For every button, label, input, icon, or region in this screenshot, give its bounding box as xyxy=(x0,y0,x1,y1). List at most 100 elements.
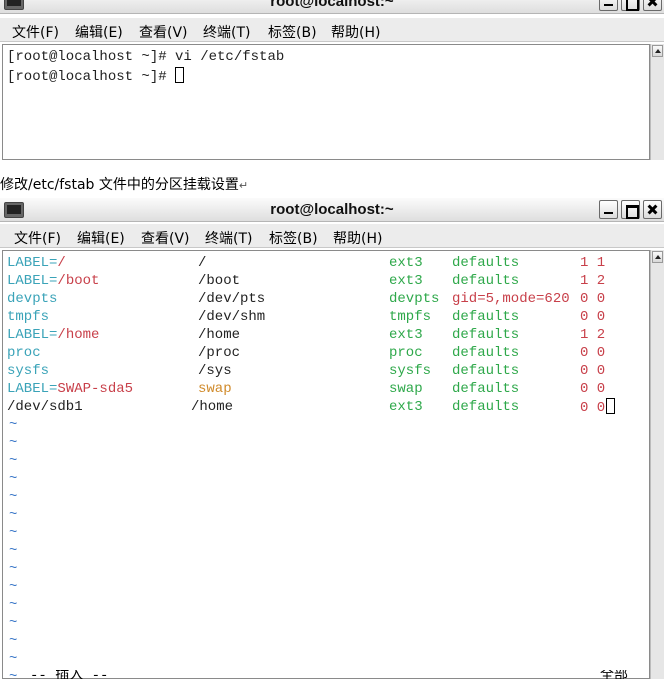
empty-line-marker: ~ xyxy=(9,543,18,559)
terminal-line: [root@localhost ~]# vi /etc/fstab xyxy=(7,49,285,65)
maximize-button[interactable] xyxy=(621,200,640,219)
empty-line-marker: ~ xyxy=(9,597,18,613)
empty-line-marker: ~ xyxy=(9,417,18,433)
fstab-dump-pass: 0 0 xyxy=(580,345,606,361)
vertical-scrollbar[interactable] xyxy=(650,44,664,160)
fstab-device: devpts xyxy=(7,291,58,307)
paragraph-mark-icon: ↵ xyxy=(238,179,249,192)
fstab-device: LABEL=/ xyxy=(7,255,66,271)
scroll-up-arrow-icon[interactable] xyxy=(652,251,663,263)
empty-line-marker: ~ xyxy=(9,633,18,649)
empty-line-marker: ~ xyxy=(9,525,18,541)
fstab-fs-type: tmpfs xyxy=(389,309,432,325)
window-title: root@localhost:~ xyxy=(270,0,394,10)
menu-bar: 文件(F) 编辑(E) 查看(V) 终端(T) 标签(B) 帮助(H) xyxy=(0,18,664,42)
fstab-mount-point: /home xyxy=(198,327,241,343)
vertical-scrollbar[interactable] xyxy=(650,250,664,679)
fstab-fs-type: sysfs xyxy=(389,363,432,379)
window-title: root@localhost:~ xyxy=(270,201,394,218)
fstab-options: defaults xyxy=(452,327,520,343)
menu-file[interactable]: 文件(F) xyxy=(12,228,63,248)
fstab-device: tmpfs xyxy=(7,309,50,325)
menu-view[interactable]: 查看(V) xyxy=(137,22,190,42)
fstab-dump-pass: 1 2 xyxy=(580,327,606,343)
fstab-options: gid=5,mode=620 xyxy=(452,291,570,307)
menu-help[interactable]: 帮助(H) xyxy=(331,228,384,248)
empty-line-marker: ~ xyxy=(9,435,18,451)
fstab-dump-pass: 0 0 xyxy=(580,309,606,325)
menu-terminal[interactable]: 终端(T) xyxy=(201,22,252,42)
close-button[interactable] xyxy=(643,0,662,11)
fstab-mount-point: /proc xyxy=(198,345,241,361)
fstab-options: defaults xyxy=(452,309,520,325)
terminal-area[interactable]: [root@localhost ~]# vi /etc/fstab [root@… xyxy=(2,44,650,160)
fstab-dump-pass: 1 1 xyxy=(580,255,606,271)
fstab-device: LABEL=/home xyxy=(7,327,100,343)
text-cursor xyxy=(606,398,616,414)
empty-line-marker: ~ xyxy=(9,561,18,577)
menu-help[interactable]: 帮助(H) xyxy=(329,22,382,42)
fstab-device: LABEL=SWAP-sda5 xyxy=(7,381,134,397)
terminal-window-1: root@localhost:~ 文件(F) 编辑(E) 查看(V) 终端(T)… xyxy=(0,0,664,160)
empty-line-marker: ~ xyxy=(9,507,18,523)
menu-file[interactable]: 文件(F) xyxy=(10,22,61,42)
fstab-fs-type: proc xyxy=(389,345,423,361)
minimize-button[interactable] xyxy=(599,0,618,11)
fstab-device: sysfs xyxy=(7,363,50,379)
empty-line-marker: ~ xyxy=(9,489,18,505)
fstab-device: /dev/sdb1 xyxy=(7,399,83,415)
fstab-mount-point: /dev/pts xyxy=(198,291,266,307)
fstab-mount-point: /dev/shm xyxy=(198,309,266,325)
empty-line-marker: ~ xyxy=(9,615,18,631)
menu-edit[interactable]: 编辑(E) xyxy=(73,22,125,42)
fstab-fs-type: ext3 xyxy=(389,255,423,271)
fstab-fs-type: ext3 xyxy=(389,327,423,343)
menu-tabs[interactable]: 标签(B) xyxy=(266,22,319,42)
fstab-dump-pass: 0 0 xyxy=(580,398,616,416)
text-cursor xyxy=(175,67,185,83)
menu-terminal[interactable]: 终端(T) xyxy=(203,228,254,248)
fstab-fs-type: devpts xyxy=(389,291,440,307)
terminal-line: [root@localhost ~]# xyxy=(7,67,185,85)
menu-edit[interactable]: 编辑(E) xyxy=(75,228,127,248)
maximize-button[interactable] xyxy=(621,0,640,11)
fstab-options: defaults xyxy=(452,273,520,289)
menu-tabs[interactable]: 标签(B) xyxy=(267,228,320,248)
vi-position-indicator: 全部 xyxy=(600,670,628,679)
fstab-options: defaults xyxy=(452,363,520,379)
fstab-options: defaults xyxy=(452,345,520,361)
fstab-mount-point: /sys xyxy=(198,363,232,379)
fstab-options: defaults xyxy=(452,255,520,271)
fstab-fs-type: ext3 xyxy=(389,273,423,289)
empty-line-marker: ~ xyxy=(9,471,18,487)
vi-mode-indicator: -- 插入 -- xyxy=(30,670,109,679)
fstab-mount-point: /boot xyxy=(198,273,241,289)
fstab-dump-pass: 0 0 xyxy=(580,381,606,397)
terminal-window-2: root@localhost:~ 文件(F) 编辑(E) 查看(V) 终端(T)… xyxy=(0,198,664,679)
empty-line-marker: ~ xyxy=(9,453,18,469)
fstab-mount-point: swap xyxy=(198,381,232,397)
empty-line-marker: ~ xyxy=(9,651,18,667)
fstab-fs-type: swap xyxy=(389,381,423,397)
caption-text: 修改/etc/fstab 文件中的分区挂载设置↵ xyxy=(0,177,249,193)
menu-bar: 文件(F) 编辑(E) 查看(V) 终端(T) 标签(B) 帮助(H) xyxy=(0,224,664,248)
fstab-options: defaults xyxy=(452,381,520,397)
fstab-device: LABEL=/boot xyxy=(7,273,100,289)
fstab-fs-type: ext3 xyxy=(389,399,423,415)
menu-view[interactable]: 查看(V) xyxy=(139,228,192,248)
fstab-dump-pass: 0 0 xyxy=(580,363,606,379)
fstab-options: defaults xyxy=(452,399,520,415)
title-bar[interactable]: root@localhost:~ xyxy=(0,0,664,14)
fstab-mount-point: /home xyxy=(191,399,234,415)
scroll-up-arrow-icon[interactable] xyxy=(652,45,663,57)
title-bar[interactable]: root@localhost:~ xyxy=(0,198,664,222)
close-button[interactable] xyxy=(643,200,662,219)
fstab-device: proc xyxy=(7,345,41,361)
minimize-button[interactable] xyxy=(599,200,618,219)
vi-status-line: -- 插入 -- 全部 xyxy=(0,670,650,679)
empty-line-marker: ~ xyxy=(9,579,18,595)
vi-editor-area[interactable]: LABEL=/ / ext3 defaults 1 1 LABEL=/boot/boot e… xyxy=(2,250,650,679)
fstab-dump-pass: 1 2 xyxy=(580,273,606,289)
fstab-mount-point: / xyxy=(198,255,207,271)
fstab-dump-pass: 0 0 xyxy=(580,291,606,307)
